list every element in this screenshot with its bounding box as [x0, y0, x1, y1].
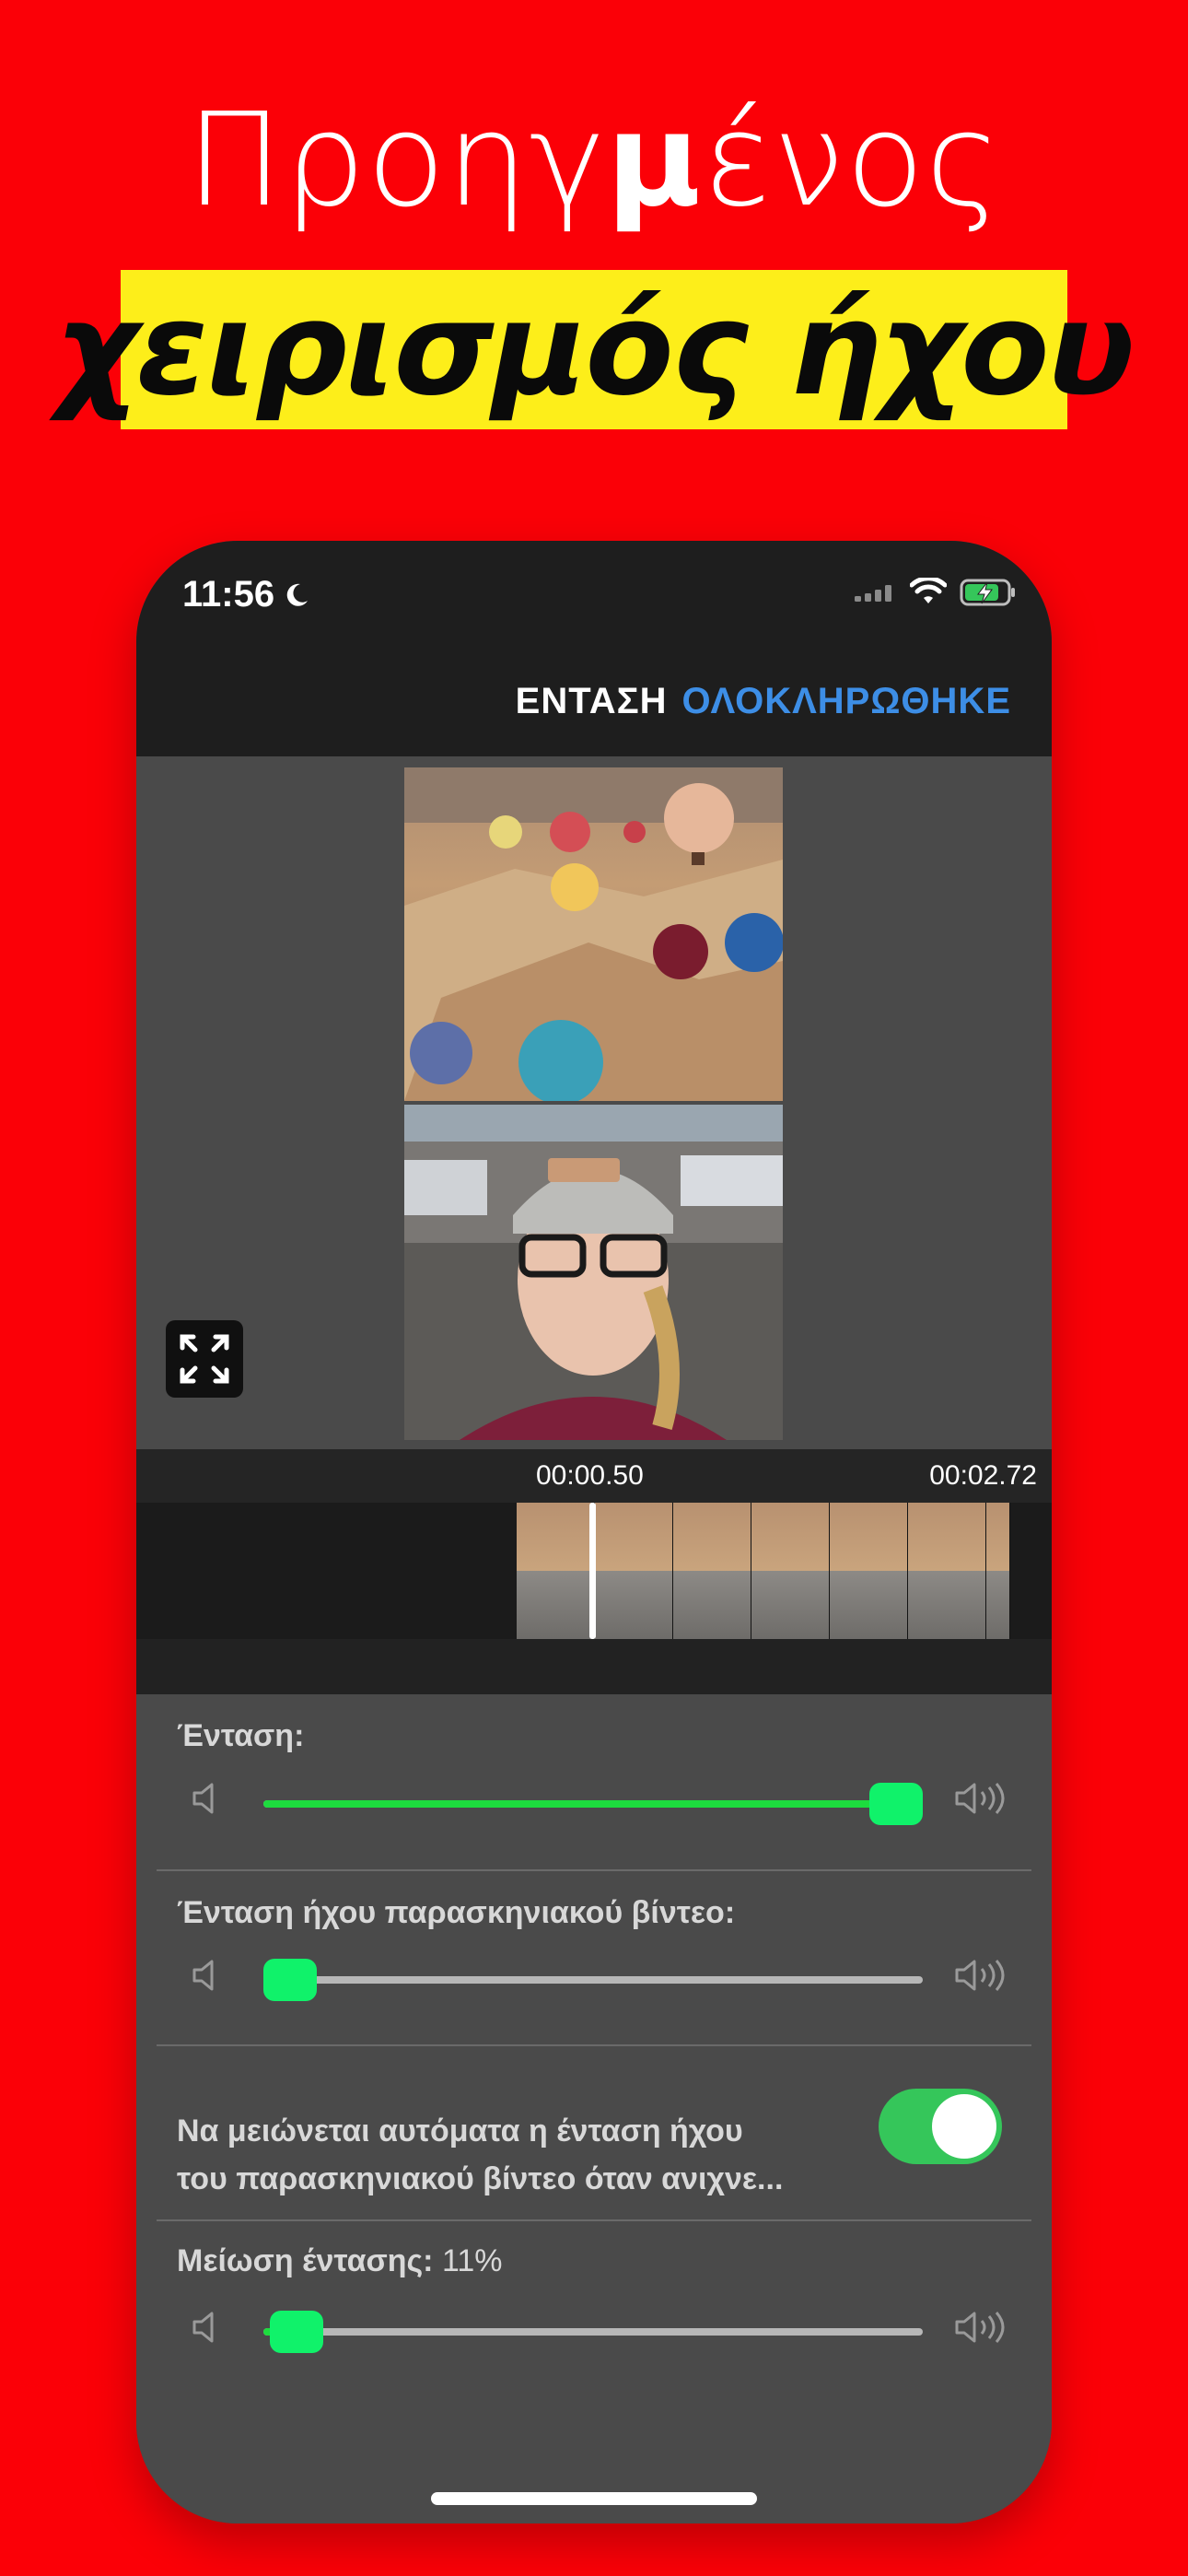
status-icons	[853, 578, 1017, 607]
signal-icon	[855, 585, 891, 602]
status-time-text: 11:56	[182, 574, 275, 615]
volume-low-icon	[192, 1783, 214, 1814]
total-time: 00:02.72	[929, 1460, 1037, 1491]
top-bar: 11:56 ΕΝΤΑΣΗ ΟΛΟΚΛΗΡΩΘΗΚΕ	[136, 541, 1052, 756]
divider	[157, 1869, 1031, 1871]
timeline-frame	[595, 1503, 673, 1639]
headline-part-2: μ	[606, 86, 703, 236]
nav-actions: ΕΝΤΑΣΗ ΟΛΟΚΛΗΡΩΘΗΚΕ	[516, 681, 1011, 722]
divider	[157, 2219, 1031, 2221]
volume-tab[interactable]: ΕΝΤΑΣΗ	[516, 681, 668, 722]
timeline[interactable]: 00:00.50 00:02.72	[136, 1449, 1052, 1694]
volume-label: Ένταση:	[177, 1718, 305, 1753]
reduction-label-text: Μείωση έντασης:	[177, 2243, 434, 2278]
status-time: 11:56	[182, 574, 311, 615]
toggle-knob	[932, 2094, 996, 2159]
volume-slider-knob[interactable]	[869, 1783, 923, 1825]
expand-icon	[180, 1334, 229, 1384]
bg-volume-slider-knob[interactable]	[263, 1959, 317, 2001]
timeline-frame	[830, 1503, 908, 1639]
auto-duck-label-line1: Να μειώνεται αυτόματα η ένταση ήχου	[177, 2113, 743, 2149]
volume-high-icon	[955, 1960, 1005, 1991]
headline-part-1: Προηγ	[185, 86, 607, 236]
balloons-image	[404, 767, 783, 1101]
timeline-frame	[673, 1503, 751, 1639]
volume-slider-fill	[263, 1800, 897, 1808]
reduction-slider[interactable]	[263, 2311, 923, 2353]
wifi-icon	[910, 578, 947, 603]
moon-icon	[286, 583, 309, 606]
reduction-value: 11%	[441, 2243, 503, 2278]
headline-part-3: ένος	[702, 86, 1003, 236]
volume-low-icon	[192, 1960, 214, 1991]
reduction-slider-knob[interactable]	[269, 2311, 323, 2353]
timeline-frame	[751, 1503, 830, 1639]
timeline-footer	[136, 1639, 1052, 1694]
timeline-frame	[908, 1503, 986, 1639]
auto-duck-label-line2: του παρασκηνιακού βίντεο όταν ανιχνε...	[177, 2161, 784, 2196]
volume-low-icon	[192, 2312, 214, 2343]
timeline-frame	[986, 1503, 1010, 1639]
battery-charging-icon	[960, 579, 1015, 606]
headline-banner-text: χειρισμός ήχου	[54, 275, 1135, 425]
volume-high-icon	[955, 2312, 1005, 2343]
divider	[157, 2044, 1031, 2046]
reduction-label: Μείωση έντασης: 11%	[177, 2243, 503, 2279]
playhead[interactable]	[589, 1503, 596, 1639]
timeline-frame	[517, 1503, 595, 1639]
headline-banner: χειρισμός ήχου	[55, 270, 1135, 429]
current-time: 00:00.50	[536, 1460, 644, 1491]
audio-controls: Ένταση: Ένταση ήχου παρασκηνιακού βίντεο…	[136, 1694, 1052, 2523]
auto-duck-label: Να μειώνεται αυτόματα η ένταση ήχου του …	[177, 2107, 877, 2203]
expand-button[interactable]	[166, 1320, 243, 1398]
volume-high-icon	[955, 1783, 1005, 1814]
bg-volume-slider[interactable]	[263, 1959, 923, 2001]
volume-slider[interactable]	[263, 1783, 923, 1825]
bg-volume-label: Ένταση ήχου παρασκηνιακού βίντεο:	[177, 1895, 736, 1930]
done-button[interactable]: ΟΛΟΚΛΗΡΩΘΗΚΕ	[681, 681, 1011, 722]
selfie-image	[404, 1105, 783, 1440]
auto-duck-toggle[interactable]	[879, 2089, 1002, 2164]
video-preview[interactable]	[136, 756, 1052, 1449]
headline: Προηγμένος	[0, 92, 1188, 230]
phone-screen: 11:56 ΕΝΤΑΣΗ ΟΛΟΚΛΗΡΩΘΗΚΕ 00:00.50 00:02…	[136, 541, 1052, 2523]
home-indicator[interactable]	[431, 2492, 757, 2505]
